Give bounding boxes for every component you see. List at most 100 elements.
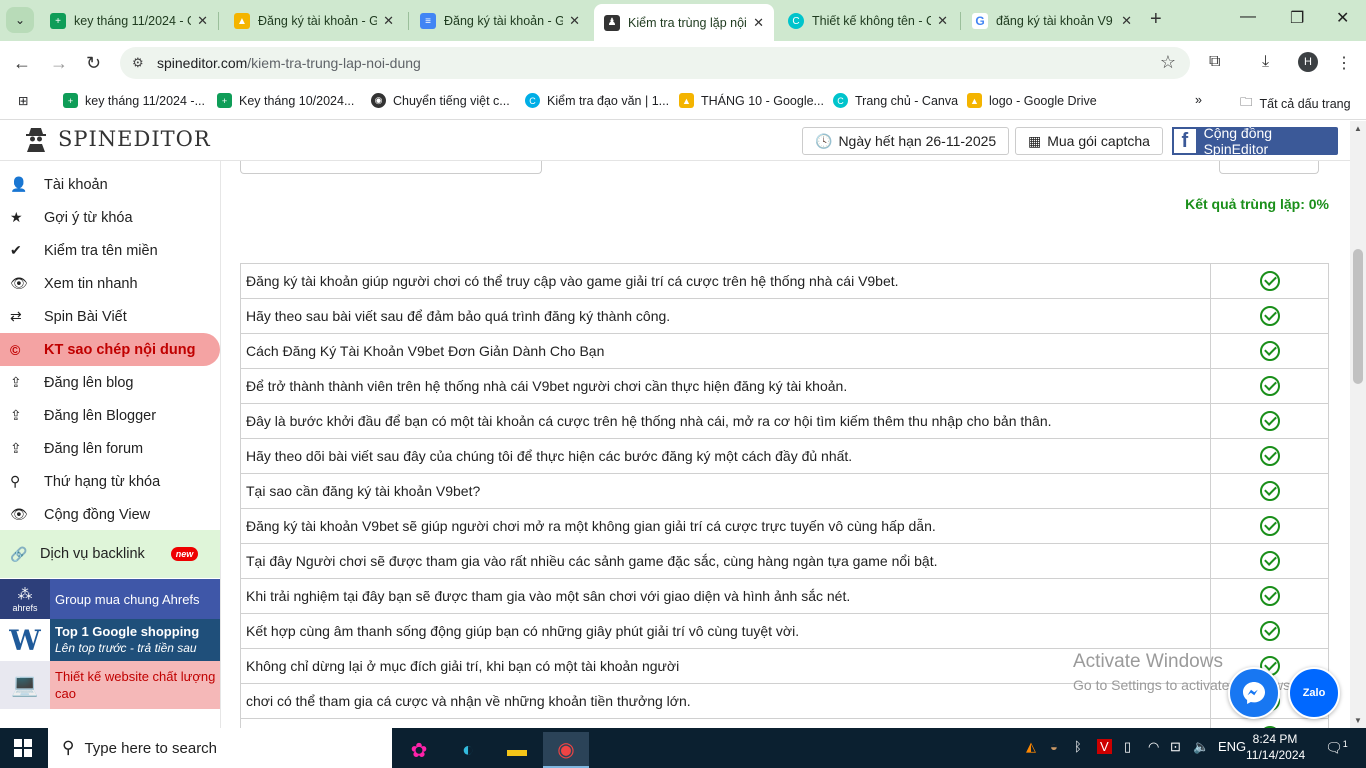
copyright-icon: ©	[10, 341, 21, 358]
tray-app-icon[interactable]: ◒	[1050, 739, 1058, 754]
browser-tab[interactable]: C Thiết kế không tên - C ✕	[778, 6, 958, 36]
tray-app-icon[interactable]: V	[1097, 739, 1112, 754]
sidebar-item-quick-news[interactable]: 👁 Xem tin nhanh	[0, 267, 220, 300]
site-logo[interactable]: SPINEDITOR	[24, 126, 211, 152]
address-bar[interactable]: ⚙ spineditor.com/kiem-tra-trung-lap-noi-…	[120, 47, 1190, 79]
check-circle-icon	[1259, 446, 1280, 466]
site-info-icon[interactable]: ⚙	[132, 55, 144, 71]
system-clock[interactable]: 8:24 PM 11/14/2024	[1246, 731, 1305, 763]
table-row: Đăng ký tài khoản V9bet sẽ giúp người ch…	[240, 508, 1329, 544]
close-icon[interactable]: ✕	[197, 13, 208, 29]
file-explorer-icon[interactable]: ▬	[494, 732, 540, 768]
status-cell	[1210, 718, 1329, 728]
wifi-icon[interactable]: ◠	[1148, 739, 1159, 755]
minimize-button[interactable]: —	[1240, 8, 1256, 26]
extensions-icon[interactable]: ⧉	[1209, 53, 1220, 71]
spy-icon: ♟	[604, 14, 620, 31]
bookmark-item[interactable]: ◉ Chuyển tiếng việt c...	[371, 93, 510, 108]
scroll-down-icon[interactable]: ▼	[1354, 716, 1362, 725]
close-icon[interactable]: ✕	[383, 13, 394, 29]
bookmark-item[interactable]: + key tháng 11/2024 -...	[63, 93, 205, 108]
table-row: Hãy theo dõi bài viết sau đây của chúng …	[240, 438, 1329, 474]
scroll-up-icon[interactable]: ▲	[1354, 124, 1362, 133]
buy-captcha-button[interactable]: ▦ Mua gói captcha	[1015, 127, 1163, 155]
close-icon[interactable]: ✕	[1121, 13, 1132, 29]
menu-kebab-icon[interactable]: ⋮	[1336, 53, 1352, 73]
sidebar-item-keyword-rank[interactable]: ⚲ Thứ hạng từ khóa	[0, 465, 220, 498]
status-cell	[1210, 368, 1329, 404]
language-indicator[interactable]: ENG	[1218, 739, 1246, 754]
battery-icon[interactable]: ▯	[1124, 739, 1131, 755]
close-icon[interactable]: ✕	[569, 13, 580, 29]
browser-tab[interactable]: ≡ Đăng ký tài khoản - G ✕	[410, 6, 590, 36]
profile-avatar[interactable]: H	[1298, 52, 1318, 72]
sidebar-item-post-forum[interactable]: ⇪ Đăng lên forum	[0, 432, 220, 465]
network-icon[interactable]: ⊡	[1170, 739, 1181, 755]
sidebar-item-backlink[interactable]: 🔗 Dịch vụ backlink new	[0, 530, 220, 578]
close-icon[interactable]: ✕	[753, 15, 764, 31]
sidebar-item-keyword-suggest[interactable]: ★ Gợi ý từ khóa	[0, 201, 220, 234]
download-icon[interactable]: ⤓	[1262, 53, 1269, 71]
bookmark-item[interactable]: C Kiểm tra đạo văn | 1...	[525, 93, 669, 108]
bookmark-item[interactable]: ▲ logo - Google Drive	[967, 93, 1097, 108]
status-cell	[1210, 438, 1329, 474]
volume-icon[interactable]: 🔈	[1193, 739, 1209, 755]
bookmark-star-icon[interactable]: ☆	[1160, 52, 1176, 73]
sidebar-item-post-blog[interactable]: ⇪ Đăng lên blog	[0, 366, 220, 399]
windows-taskbar: ⚲ Type here to search ✿ ◐ ▬ ◉ ◭ ◒ ᛒ V ▯ …	[0, 728, 1366, 768]
expiry-button[interactable]: 🕓 Ngày hết hạn 26-11-2025	[802, 127, 1010, 155]
close-icon[interactable]: ✕	[937, 13, 948, 29]
sidebar-item-community-view[interactable]: 👁 Cộng đồng View	[0, 498, 220, 531]
chrome-icon[interactable]: ◉	[543, 732, 589, 768]
table-row: Khi trải nghiệm tại đây bạn sẽ được tham…	[240, 578, 1329, 614]
windows-start-icon[interactable]	[14, 739, 32, 757]
tab-search-button[interactable]: ⌄	[6, 7, 34, 33]
back-button[interactable]: ←	[13, 53, 31, 74]
messenger-icon	[1243, 682, 1265, 704]
sidebar-item-account[interactable]: 👤 Tài khoản	[0, 168, 220, 201]
forward-button[interactable]: →	[50, 53, 68, 74]
bookmark-item[interactable]: ▲ THÁNG 10 - Google...	[679, 93, 824, 108]
google-icon: G	[972, 13, 988, 29]
browser-tab[interactable]: ▲ Đăng ký tài khoản - G ✕	[224, 6, 404, 36]
sidebar-item-post-blogger[interactable]: ⇪ Đăng lên Blogger	[0, 399, 220, 432]
sentence-cell: Tại đây Người chơi sẽ được tham gia vào …	[240, 543, 1211, 579]
browser-tab-active[interactable]: ♟ Kiểm tra trùng lặp nội ✕	[594, 4, 774, 41]
apps-grid-icon[interactable]: ⊞	[18, 93, 28, 108]
new-tab-button[interactable]: +	[1150, 8, 1162, 31]
browser-tab[interactable]: G đăng ký tài khoản V9 ✕	[962, 6, 1142, 36]
sidebar-item-spin[interactable]: ⇄ Spin Bài Viết	[0, 300, 220, 333]
sentence-cell: Đăng ký tài khoản giúp người chơi có thể…	[240, 263, 1211, 299]
page-scrollbar[interactable]: ▲ ▼	[1350, 121, 1366, 728]
sentence-cell: Đăng ký tài khoản V9bet sẽ giúp người ch…	[240, 508, 1211, 544]
check-circle-icon	[1259, 411, 1280, 431]
reload-button[interactable]: ↻	[86, 53, 101, 74]
scrollbar-thumb[interactable]	[1353, 249, 1363, 384]
all-bookmarks[interactable]: 🗀 Tất cả dấu trang	[1240, 93, 1351, 114]
ad-ahrefs[interactable]: ⁂ ahrefs Group mua chung Ahrefs	[0, 579, 220, 619]
community-facebook-button[interactable]: f Cộng đồng SpinEditor	[1172, 125, 1338, 157]
browser-tab-strip: ⌄ + key tháng 11/2024 - G ✕ ▲ Đăng ký tà…	[0, 0, 1366, 41]
sidebar-item-copy-check[interactable]: © KT sao chép nội dung	[0, 333, 220, 366]
ad-website-design[interactable]: 💻 Thiết kế website chất lượng cao	[0, 661, 220, 709]
bookmark-item[interactable]: + Key tháng 10/2024...	[217, 93, 354, 108]
messenger-chat-button[interactable]	[1228, 667, 1280, 719]
copilot-icon[interactable]: ✿	[396, 732, 442, 768]
notification-icon[interactable]: 🗨1	[1325, 739, 1348, 757]
edge-icon[interactable]: ◐	[445, 732, 491, 768]
more-bookmarks-icon[interactable]: »	[1195, 93, 1202, 107]
status-cell	[1210, 473, 1329, 509]
ahrefs-logo: ⁂ ahrefs	[0, 579, 50, 619]
taskbar-search[interactable]: ⚲ Type here to search	[48, 728, 392, 768]
bluetooth-icon[interactable]: ᛒ	[1074, 739, 1082, 754]
user-icon: 👤	[10, 176, 28, 192]
facebook-icon: f	[1172, 127, 1198, 155]
close-window-button[interactable]: ✕	[1336, 8, 1349, 28]
zalo-chat-button[interactable]: Zalo	[1288, 667, 1340, 719]
browser-tab[interactable]: + key tháng 11/2024 - G ✕	[40, 6, 218, 36]
ad-google-shopping[interactable]: W Top 1 Google shopping Lên top trước - …	[0, 619, 220, 661]
sidebar-item-domain-check[interactable]: ✔ Kiểm tra tên miền	[0, 234, 220, 267]
restore-button[interactable]: ❐	[1290, 8, 1304, 28]
tray-app-icon[interactable]: ◭	[1026, 739, 1036, 755]
bookmark-item[interactable]: C Trang chủ - Canva	[833, 93, 958, 108]
